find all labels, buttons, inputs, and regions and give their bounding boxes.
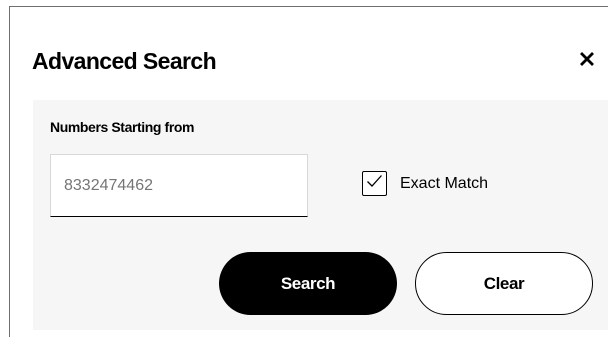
advanced-search-dialog: Advanced Search Numbers Starting from 83…	[9, 6, 608, 337]
search-form-panel: Numbers Starting from Exact Match Search…	[33, 100, 608, 330]
exact-match-checkbox[interactable]	[362, 171, 387, 196]
close-icon	[580, 51, 594, 69]
checkmark-icon	[366, 174, 383, 193]
clear-button[interactable]: Clear	[415, 252, 593, 315]
close-button[interactable]	[576, 49, 598, 71]
numbers-starting-from-label: Numbers Starting from	[50, 119, 195, 135]
exact-match-option[interactable]: Exact Match	[362, 171, 488, 196]
dialog-title: Advanced Search	[32, 48, 217, 74]
exact-match-label: Exact Match	[400, 174, 489, 192]
page: Advanced Search Numbers Starting from 83…	[0, 0, 608, 337]
numbers-starting-from-input[interactable]	[50, 154, 308, 217]
search-button[interactable]: Search	[219, 252, 397, 315]
